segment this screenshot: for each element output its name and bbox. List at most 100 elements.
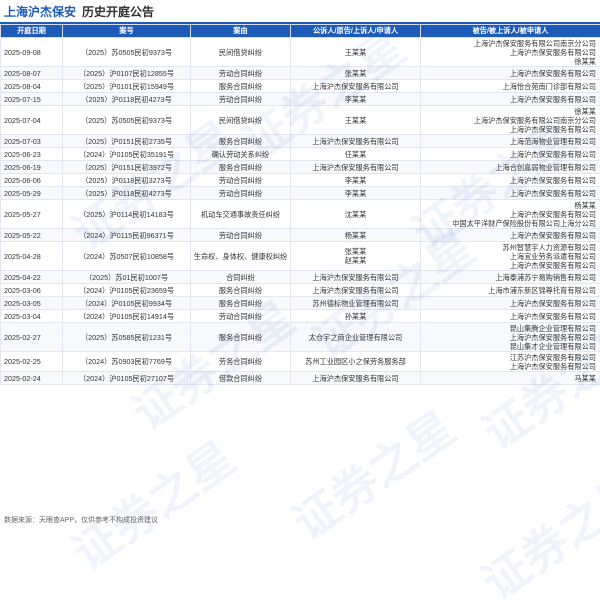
cell-cause: 劳动合同纠纷 xyxy=(191,310,291,323)
defendant-name: 上海范海物业管理有限公司 xyxy=(423,137,596,146)
defendant-name: 上海沪杰保安服务有限公司 xyxy=(423,69,596,78)
plaintiff-name: 苏州工业园区小之保劳务服务部 xyxy=(293,357,418,366)
defendant-name: 上海泰浦苏宁易购销售有限公司 xyxy=(423,273,596,282)
defendant-name: 苏州智慧宇人力资源有限公司 xyxy=(423,243,596,252)
defendant-name: 上海沪杰保安服务有限公司 xyxy=(423,125,596,134)
cell-defendant: 上海泰浦苏宁易购销售有限公司 xyxy=(421,271,600,284)
col-header-date: 开庭日期 xyxy=(1,25,63,38)
plaintiff-name: 上海沪杰保安服务有限公司 xyxy=(293,374,418,383)
table-row: 2025-02-25（2024）苏0903民初7769号劳务合同纠纷苏州工业园区… xyxy=(1,352,600,372)
cell-plaintiff: 太仓宇之商企业管理有限公司 xyxy=(291,323,421,352)
table-row: 2025-06-23（2024）沪0105民初35191号确认劳动关系纠纷任某某… xyxy=(1,148,600,161)
cell-defendant: 上海沪杰保安服务有限公司 xyxy=(421,229,600,242)
cell-case-no: （2024）沪0105民初23659号 xyxy=(63,284,191,297)
cell-case-no: （2025）苏0505民初9373号 xyxy=(63,38,191,67)
plaintiff-name: 孙某某 xyxy=(293,312,418,321)
cell-date: 2025-07-15 xyxy=(1,93,63,106)
defendant-name: 上海市浦东新区锦尊托育有限公司 xyxy=(423,286,596,295)
watermark: 证券之星 xyxy=(278,393,467,553)
defendant-name: 上海沪杰保安服务有限公司南京分公司 xyxy=(423,39,596,48)
table-row: 2025-02-27（2025）苏0585民初1231号服务合同纠纷太仓宇之商企… xyxy=(1,323,600,352)
defendant-name: 上海沪杰保安服务有限公司 xyxy=(423,299,596,308)
cell-case-no: （2025）沪0151民初3972号 xyxy=(63,161,191,174)
defendant-name: 上海怡合苑南门诊部有限公司 xyxy=(423,82,596,91)
cell-plaintiff: 上海沪杰保安服务有限公司 xyxy=(291,80,421,93)
table-row: 2025-08-04（2025）沪0101民初15949号服务合同纠纷上海沪杰保… xyxy=(1,80,600,93)
table-row: 2025-05-29（2025）沪0118民初4273号劳动合同纠纷李某某上海沪… xyxy=(1,187,600,200)
cell-plaintiff: 杨某某 xyxy=(291,229,421,242)
plaintiff-name: 太仓宇之商企业管理有限公司 xyxy=(293,333,418,342)
page-title: 历史开庭公告 xyxy=(82,3,154,20)
cell-plaintiff: 李某某 xyxy=(291,93,421,106)
defendant-name: 江苏沪杰保安服务有限公司 xyxy=(423,353,596,362)
defendant-name: 中国太平洋财产保险股份有限公司上海分公司 xyxy=(423,219,596,228)
cell-date: 2025-08-04 xyxy=(1,80,63,93)
cell-defendant: 江苏沪杰保安服务有限公司上海沪杰保安服务有限公司 xyxy=(421,352,600,372)
cell-plaintiff: 王某某 xyxy=(291,106,421,135)
cell-defendant: 上海沪杰保安服务有限公司 xyxy=(421,93,600,106)
cell-cause: 借款合同纠纷 xyxy=(191,372,291,385)
cell-date: 2025-02-27 xyxy=(1,323,63,352)
cell-case-no: （2025）沪0118民初4273号 xyxy=(63,187,191,200)
cell-cause: 服务合同纠纷 xyxy=(191,135,291,148)
table-row: 2025-04-22（2025）苏01民初1007号合同纠纷上海沪杰保安服务有限… xyxy=(1,271,600,284)
cell-case-no: （2025）苏01民初1007号 xyxy=(63,271,191,284)
col-header-plaintiff: 公诉人/原告/上诉人/申请人 xyxy=(291,25,421,38)
cell-cause: 机动车交通事故责任纠纷 xyxy=(191,200,291,229)
cell-date: 2025-06-23 xyxy=(1,148,63,161)
cell-date: 2025-04-28 xyxy=(1,242,63,271)
cell-plaintiff: 王某某 xyxy=(291,38,421,67)
table-row: 2025-03-06（2024）沪0105民初23659号服务合同纠纷上海沪杰保… xyxy=(1,284,600,297)
cell-defendant: 上海范海物业管理有限公司 xyxy=(421,135,600,148)
defendant-name: 上海沪杰保安服务有限公司 xyxy=(423,150,596,159)
cell-cause: 服务合同纠纷 xyxy=(191,284,291,297)
cell-cause: 民间借贷纠纷 xyxy=(191,106,291,135)
cell-date: 2025-06-19 xyxy=(1,161,63,174)
cell-plaintiff: 张某某赵某某 xyxy=(291,242,421,271)
table-row: 2025-03-05（2024）沪0105民初9934号服务合同纠纷苏州德标物业… xyxy=(1,297,600,310)
cell-plaintiff: 李某某 xyxy=(291,187,421,200)
cell-defendant: 马某某 xyxy=(421,372,600,385)
plaintiff-name: 李某某 xyxy=(293,176,418,185)
cell-case-no: （2025）沪0118民初4273号 xyxy=(63,93,191,106)
page-header: 上海沪杰保安 历史开庭公告 xyxy=(0,0,600,24)
cell-cause: 合同纠纷 xyxy=(191,271,291,284)
defendant-name: 昆山集腾企业管理有限公司 xyxy=(423,324,596,333)
cell-defendant: 上海沪杰保安服务有限公司 xyxy=(421,297,600,310)
cell-plaintiff: 苏州工业园区小之保劳务服务部 xyxy=(291,352,421,372)
cell-case-no: （2025）苏0505民初9373号 xyxy=(63,106,191,135)
plaintiff-name: 上海沪杰保安服务有限公司 xyxy=(293,82,418,91)
cell-cause: 劳务合同纠纷 xyxy=(191,352,291,372)
cell-plaintiff: 上海沪杰保安服务有限公司 xyxy=(291,135,421,148)
cell-date: 2025-02-24 xyxy=(1,372,63,385)
cell-case-no: （2025）沪0107民初12855号 xyxy=(63,67,191,80)
defendant-name: 上海沪杰保安服务有限公司 xyxy=(423,210,596,219)
cell-date: 2025-06-06 xyxy=(1,174,63,187)
plaintiff-name: 上海沪杰保安服务有限公司 xyxy=(293,286,418,295)
table-row: 2025-04-28（2024）苏0507民初10858号生命权、身体权、健康权… xyxy=(1,242,600,271)
defendant-name: 马某某 xyxy=(423,374,596,383)
cell-cause: 民间借贷纠纷 xyxy=(191,38,291,67)
table-row: 2025-02-24（2024）沪0105民初27107号借款合同纠纷上海沪杰保… xyxy=(1,372,600,385)
cell-case-no: （2025）沪0101民初15949号 xyxy=(63,80,191,93)
cell-plaintiff: 上海沪杰保安服务有限公司 xyxy=(291,271,421,284)
cell-case-no: （2024）沪0105民初9934号 xyxy=(63,297,191,310)
cell-cause: 劳动合同纠纷 xyxy=(191,174,291,187)
table-row: 2025-07-03（2025）沪0151民初2735号服务合同纠纷上海沪杰保安… xyxy=(1,135,600,148)
cell-date: 2025-08-07 xyxy=(1,67,63,80)
defendant-name: 杨某某 xyxy=(423,201,596,210)
cell-plaintiff: 上海沪杰保安服务有限公司 xyxy=(291,372,421,385)
cell-defendant: 苏州智慧宇人力资源有限公司上海宜业劳务派遣有限公司上海沪杰保安服务有限公司 xyxy=(421,242,600,271)
defendant-name: 上海沪杰保安服务有限公司 xyxy=(423,95,596,104)
cell-plaintiff: 任某某 xyxy=(291,148,421,161)
table-row: 2025-06-06（2025）沪0118民初3273号劳动合同纠纷李某某上海沪… xyxy=(1,174,600,187)
plaintiff-name: 上海沪杰保安服务有限公司 xyxy=(293,137,418,146)
plaintiff-name: 王某某 xyxy=(293,48,418,57)
cell-defendant: 上海沪杰保安服务有限公司 xyxy=(421,67,600,80)
table-row: 2025-08-07（2025）沪0107民初12855号劳动合同纠纷张某某上海… xyxy=(1,67,600,80)
cell-case-no: （2025）沪0114民初14183号 xyxy=(63,200,191,229)
cell-defendant: 上海合创嘉弱物业管理有限公司 xyxy=(421,161,600,174)
table-row: 2025-09-08（2025）苏0505民初9373号民间借贷纠纷王某某上海沪… xyxy=(1,38,600,67)
cell-cause: 劳动合同纠纷 xyxy=(191,229,291,242)
plaintiff-name: 赵某某 xyxy=(293,256,418,265)
